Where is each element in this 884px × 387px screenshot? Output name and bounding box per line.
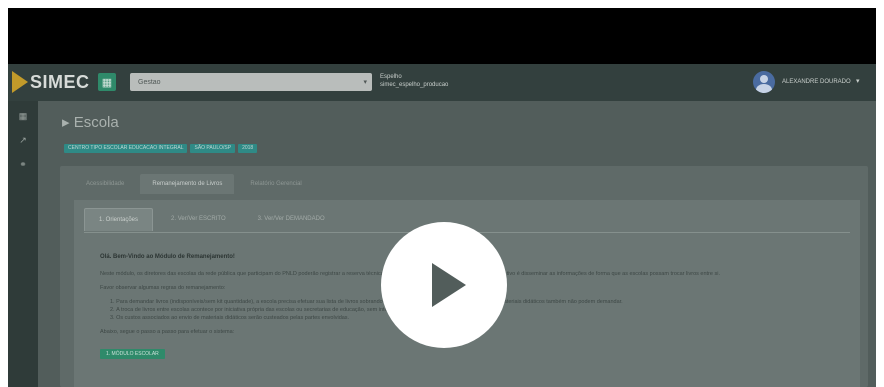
tab-orientacoes[interactable]: 1. Orientações xyxy=(84,208,154,231)
logo-text: SIMEC xyxy=(30,71,90,92)
sidebar: ▦ ↗ ⚭ xyxy=(8,101,38,387)
tab-relatorio[interactable]: Relatório Gerencial xyxy=(238,174,313,194)
tab-remanejamento[interactable]: Remanejamento de Livros xyxy=(140,174,235,194)
play-icon xyxy=(432,263,466,307)
chevron-right-icon: ▸ xyxy=(62,114,70,131)
menu-button[interactable]: ▦ xyxy=(98,73,116,91)
top-tabs: Acessibilidade Remanejamento de Livros R… xyxy=(74,174,314,194)
system-select[interactable]: Gestao ▾ xyxy=(130,73,372,91)
tab-acessibilidade[interactable]: Acessibilidade xyxy=(74,174,136,194)
simec-logo[interactable]: SIMEC xyxy=(8,70,90,94)
page-title-text: Escola xyxy=(73,114,119,131)
modulo-escolar-button[interactable]: 1. MÓDULO ESCOLAR xyxy=(100,349,165,359)
user-avatar[interactable] xyxy=(753,71,775,93)
grid-icon[interactable]: ▦ xyxy=(8,111,38,122)
tab-escrito[interactable]: 2. Ver/Ver ESCRITO xyxy=(157,208,240,231)
db-line-2: simec_espelho_producao xyxy=(380,82,449,88)
play-button[interactable] xyxy=(381,222,507,348)
badge-school-type: CENTRO TIPO ESCOLAR EDUCACAO INTEGRAL xyxy=(64,144,188,153)
chart-line-icon[interactable]: ↗ xyxy=(8,135,38,146)
badge-row: CENTRO TIPO ESCOLAR EDUCACAO INTEGRAL SÃ… xyxy=(64,144,258,153)
top-bar: SIMEC ▦ Gestao ▾ Espelho simec_espelho_p… xyxy=(8,64,876,101)
badge-year: 2018 xyxy=(238,144,258,153)
chevron-down-icon: ▾ xyxy=(363,79,367,86)
system-select-value: Gestao xyxy=(138,78,161,86)
logo-mark-icon xyxy=(12,71,28,93)
inner-tabs: 1. Orientações 2. Ver/Ver ESCRITO 3. Ver… xyxy=(84,208,339,231)
user-menu-chevron-icon[interactable]: ▾ xyxy=(856,77,860,85)
share-icon[interactable]: ⚭ xyxy=(8,159,38,170)
page-title: ▸ Escola xyxy=(62,113,119,131)
badge-city: SÃO PAULO/SP xyxy=(190,144,236,153)
db-line-1: Espelho xyxy=(380,74,402,80)
grid-icon: ▦ xyxy=(101,76,113,89)
tab-demandado[interactable]: 3. Ver/Ver DEMANDADO xyxy=(244,208,339,231)
user-name[interactable]: ALEXANDRE DOURADO xyxy=(782,79,851,85)
database-info: Espelho simec_espelho_producao xyxy=(380,73,448,89)
